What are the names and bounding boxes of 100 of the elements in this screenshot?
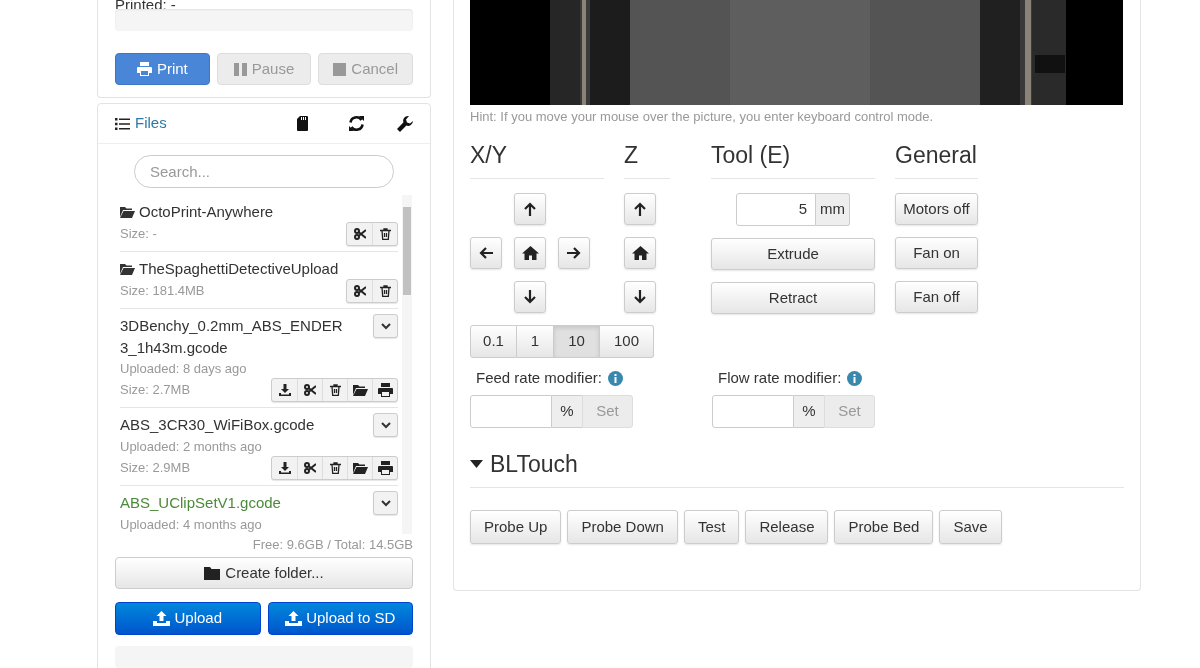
- scrollbar-thumb[interactable]: [403, 207, 411, 295]
- arrow-up-icon: [634, 202, 646, 216]
- print-control-button[interactable]: Print: [115, 53, 210, 85]
- dropdown-button[interactable]: [373, 413, 398, 437]
- folder-icon: [352, 384, 368, 396]
- file-size: Size: 2.7MB: [120, 381, 191, 400]
- bltouch-button[interactable]: Release: [745, 510, 829, 544]
- bltouch-button[interactable]: Probe Bed: [834, 510, 934, 544]
- stop-icon: [333, 62, 347, 76]
- storage-info: Free: 9.6GB / Total: 14.5GB: [251, 536, 414, 554]
- trash-icon: [379, 285, 391, 297]
- general-button[interactable]: Fan off: [895, 281, 978, 313]
- scissors-icon: [304, 462, 316, 474]
- unit-label: mm: [816, 193, 850, 226]
- modifier-label: Flow rate modifier:: [718, 368, 842, 388]
- folder-icon: [352, 462, 368, 474]
- file-size: Size: -: [120, 225, 157, 244]
- scrollbar[interactable]: [402, 195, 412, 534]
- home-icon: [521, 246, 539, 260]
- files-tab[interactable]: Files: [115, 112, 167, 135]
- wrench-icon[interactable]: [397, 115, 413, 132]
- arrow-down-icon: [524, 290, 536, 304]
- folder-icon: [204, 566, 221, 580]
- file-size: Size: 2.9MB: [120, 459, 191, 478]
- tool-button[interactable]: Retract: [711, 282, 875, 314]
- jog-button[interactable]: [470, 237, 502, 269]
- trash-icon: [379, 228, 391, 240]
- chevron-down-icon: [380, 421, 391, 429]
- chevron-down-icon: [380, 322, 391, 330]
- file-size: Size: 181.4MB: [120, 282, 205, 301]
- jog-button[interactable]: [624, 237, 656, 269]
- section-heading: Tool (E): [711, 141, 792, 170]
- arrow-up-icon: [524, 202, 536, 216]
- section-heading: X/Y: [470, 141, 509, 170]
- file-name[interactable]: ABS_UClipSetV1.gcode: [120, 492, 345, 514]
- upload-icon: [153, 611, 171, 626]
- general-button[interactable]: Motors off: [895, 193, 978, 225]
- section-heading: General: [895, 141, 978, 170]
- bltouch-button[interactable]: Probe Down: [567, 510, 678, 544]
- upload-date: Uploaded: 4 months ago: [120, 516, 263, 534]
- arrow-down-icon: [634, 290, 646, 304]
- scissors-icon: [353, 228, 366, 240]
- create-folder-button[interactable]: Create folder...: [115, 557, 413, 589]
- hint-text: Hint: If you move your mouse over the picture, you enter keyboard control mode.: [470, 109, 935, 125]
- upload-date: Uploaded: 8 days ago: [120, 360, 248, 378]
- download-icon: [278, 384, 291, 396]
- info-icon[interactable]: [847, 370, 863, 386]
- chevron-down-icon: [380, 499, 391, 507]
- arrow-left-icon: [479, 247, 493, 259]
- dropdown-button[interactable]: [373, 491, 398, 515]
- modifier-label: Feed rate modifier:: [476, 368, 602, 388]
- trash-icon: [329, 384, 341, 396]
- dropdown-button[interactable]: [373, 314, 398, 338]
- bltouch-button[interactable]: Probe Up: [470, 510, 562, 544]
- download-icon: [278, 462, 291, 474]
- trash-icon: [329, 462, 341, 474]
- distance-option[interactable]: 0.1: [470, 325, 517, 358]
- upload-button[interactable]: Upload: [115, 602, 261, 635]
- general-button[interactable]: Fan on: [895, 237, 978, 269]
- upload-date: Uploaded: 2 months ago: [120, 438, 263, 456]
- printer-icon: [136, 62, 152, 76]
- jog-button[interactable]: [558, 237, 590, 269]
- file-name[interactable]: ABS_3CR30_WiFiBox.gcode: [120, 414, 345, 436]
- jog-button[interactable]: [514, 281, 546, 313]
- file-name[interactable]: TheSpaghettiDetectiveUpload: [120, 258, 345, 280]
- home-icon: [631, 246, 649, 260]
- pause-icon: [233, 62, 247, 76]
- scissors-icon: [304, 384, 316, 396]
- caret-down-icon: [470, 460, 483, 468]
- printer-icon: [377, 383, 393, 397]
- sd-card-icon[interactable]: [297, 116, 308, 131]
- info-icon[interactable]: [607, 370, 623, 386]
- arrow-right-icon: [567, 247, 581, 259]
- section-heading: Z: [624, 141, 640, 170]
- upload-icon: [285, 611, 303, 626]
- jog-button[interactable]: [514, 193, 546, 225]
- list-icon: [115, 117, 130, 130]
- folder-icon: [120, 206, 135, 218]
- extrude-amount-field[interactable]: 5: [736, 193, 816, 226]
- search-field[interactable]: Search...: [134, 155, 394, 188]
- unit-label: %: [552, 395, 582, 428]
- jog-button[interactable]: [624, 281, 656, 313]
- jog-button[interactable]: [624, 193, 656, 225]
- refresh-icon[interactable]: [348, 115, 365, 132]
- scissors-icon: [353, 285, 366, 297]
- distance-option[interactable]: 10: [554, 325, 600, 358]
- distance-option[interactable]: 1: [517, 325, 554, 358]
- bltouch-button[interactable]: Save: [939, 510, 1002, 544]
- file-name[interactable]: OctoPrint-Anywhere: [120, 201, 345, 223]
- modifier-input[interactable]: [470, 395, 552, 428]
- folder-icon: [120, 263, 135, 275]
- tool-button[interactable]: Extrude: [711, 238, 875, 270]
- file-name[interactable]: 3DBenchy_0.2mm_ABS_ENDER3_1h43m.gcode: [120, 315, 345, 359]
- bltouch-section-toggle[interactable]: BLTouch: [470, 449, 1124, 488]
- upload-button[interactable]: Upload to SD: [267, 602, 413, 635]
- jog-button[interactable]: [514, 237, 546, 269]
- distance-option[interactable]: 100: [600, 325, 654, 358]
- bltouch-button[interactable]: Test: [683, 510, 740, 544]
- modifier-input[interactable]: [712, 395, 794, 428]
- unit-label: %: [794, 395, 824, 428]
